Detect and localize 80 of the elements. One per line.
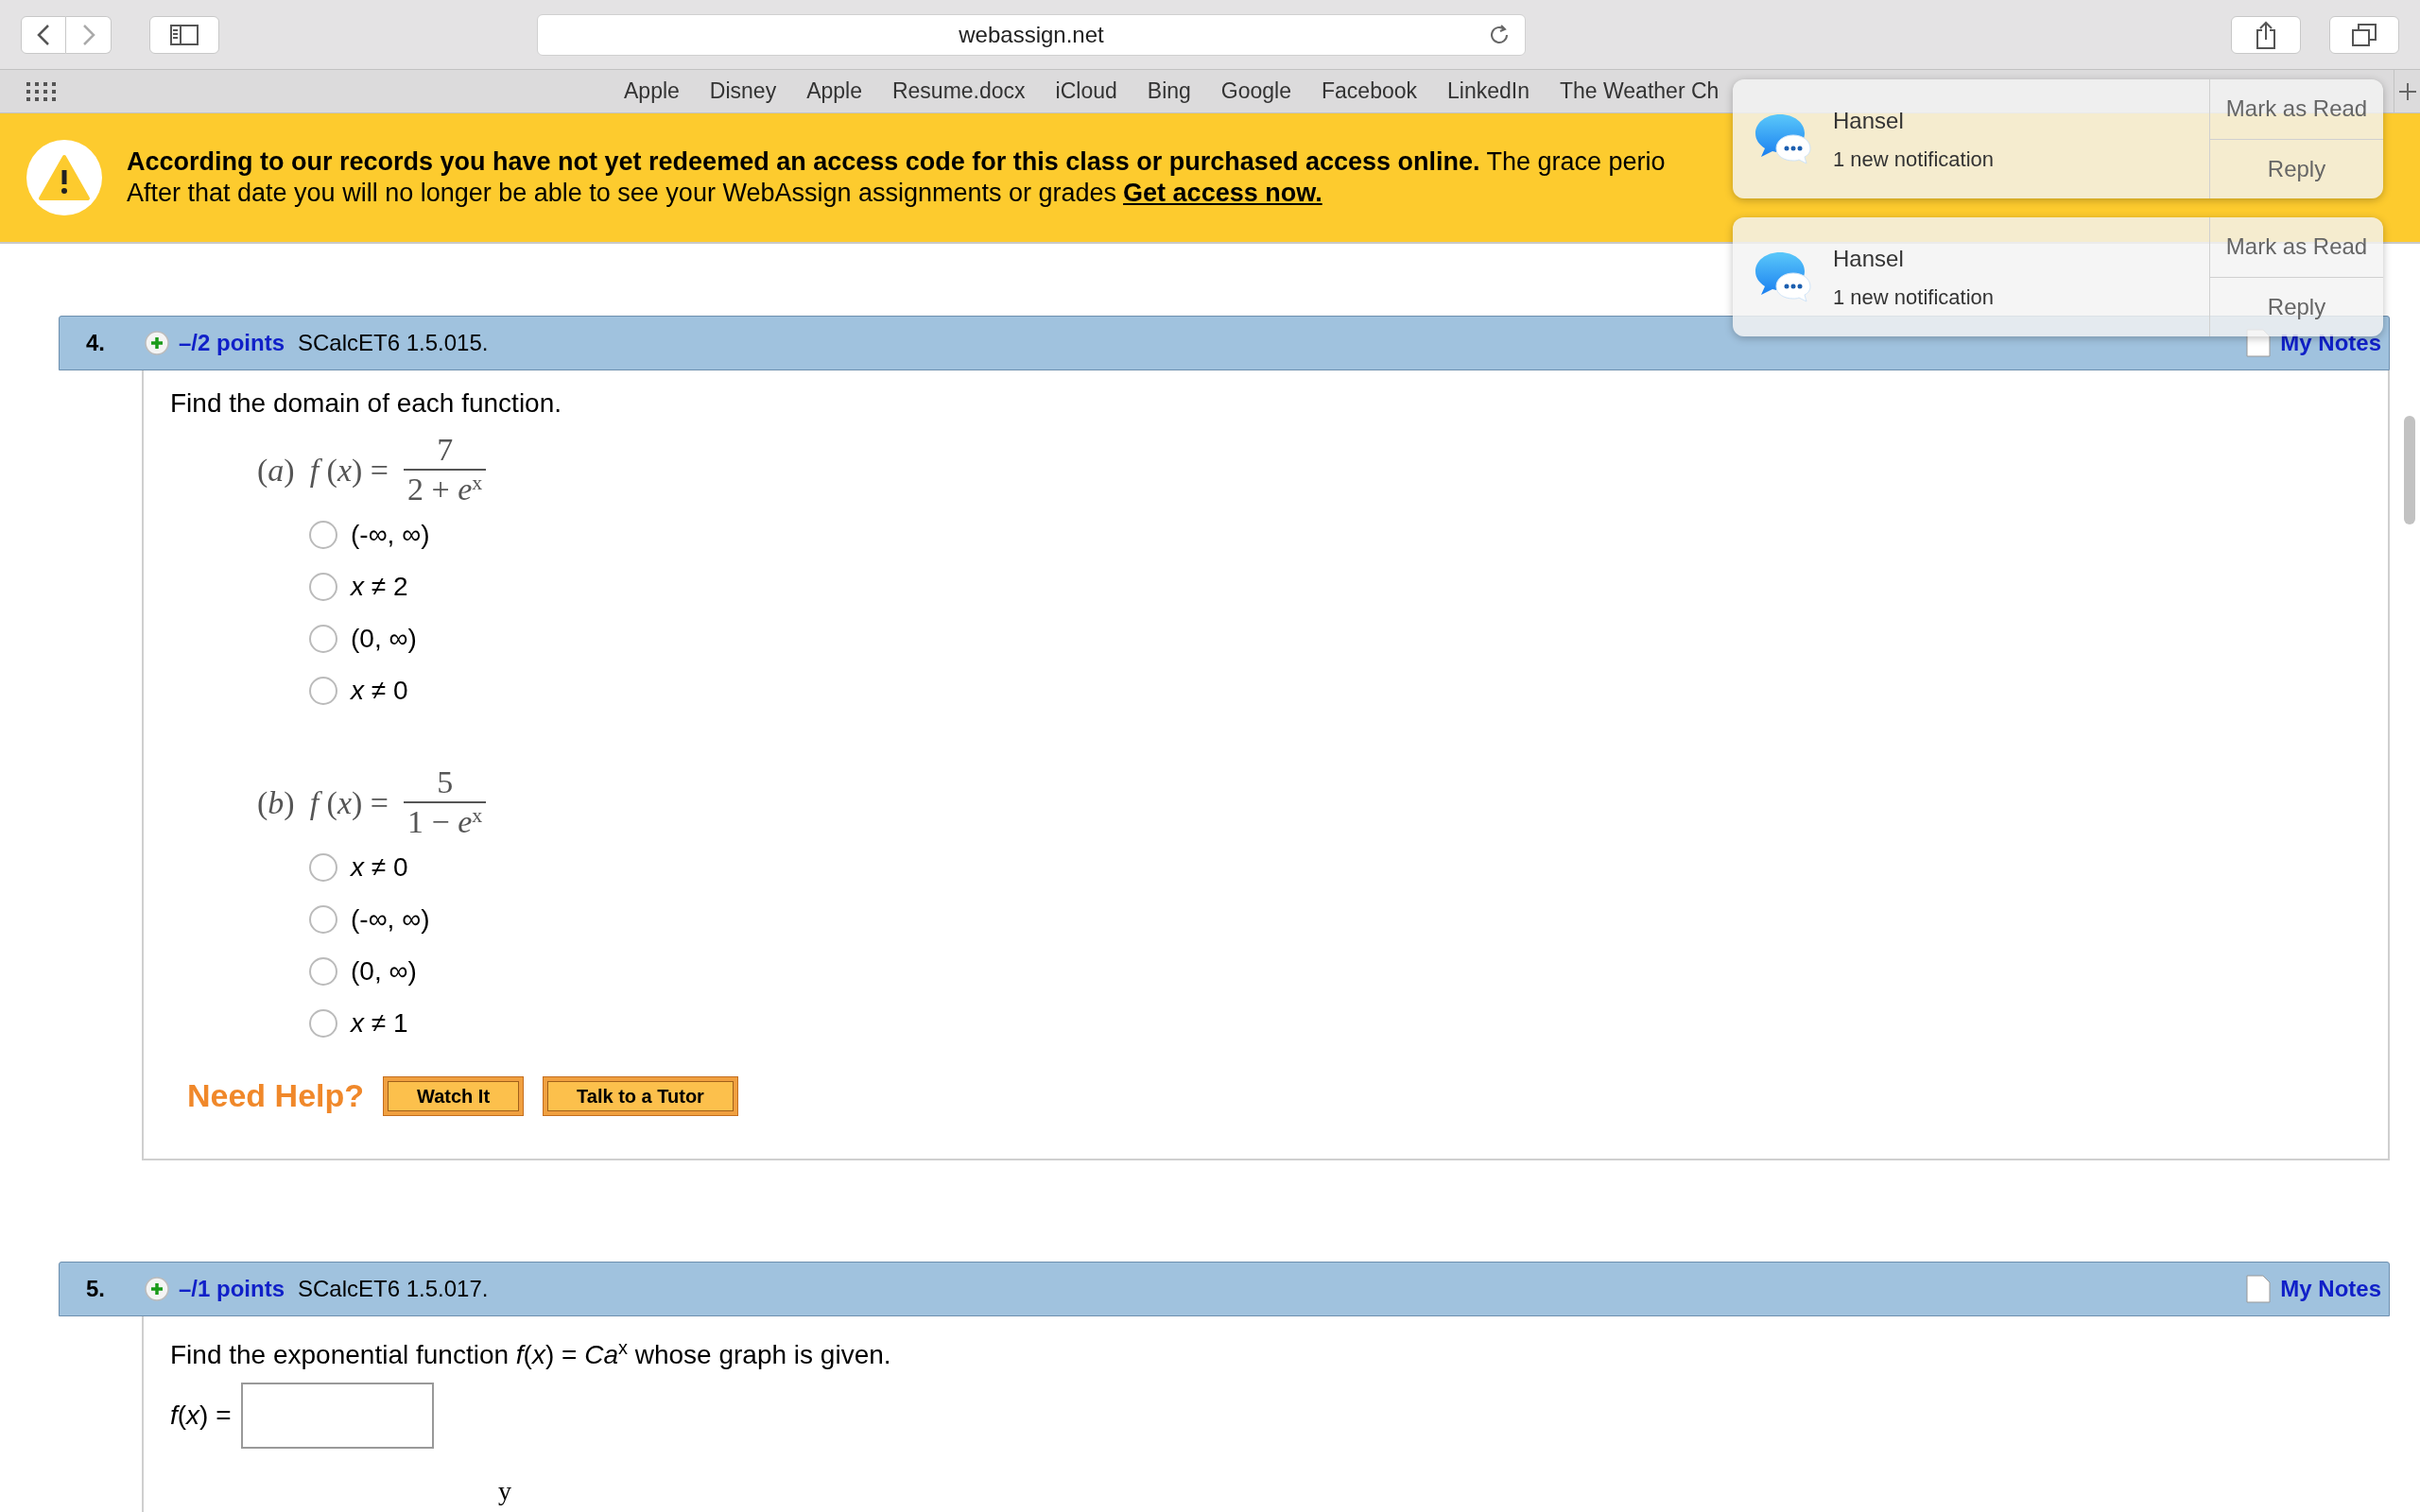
back-button[interactable] bbox=[21, 15, 66, 54]
notification-text: 1 new notification bbox=[1833, 146, 1994, 173]
bookmark-link[interactable]: Bing bbox=[1147, 75, 1191, 108]
bookmark-link[interactable]: LinkedIn bbox=[1447, 75, 1530, 108]
radio-button[interactable] bbox=[309, 676, 337, 705]
points-link[interactable]: –/1 points bbox=[179, 1272, 285, 1306]
notification-action[interactable]: Reply bbox=[2210, 276, 2383, 336]
sidebar-icon bbox=[170, 24, 199, 45]
numerator: 5 bbox=[437, 764, 454, 801]
tabs-icon bbox=[2352, 23, 2377, 46]
need-help-label: Need Help? bbox=[187, 1076, 365, 1115]
answer-label: f(x) = bbox=[170, 1400, 232, 1432]
question-prompt: Find the domain of each function. bbox=[170, 387, 563, 420]
radio-button[interactable] bbox=[309, 956, 337, 986]
notification-sender: Hansel bbox=[1833, 106, 1905, 135]
radio-button[interactable] bbox=[309, 624, 337, 653]
notification-action[interactable]: Reply bbox=[2210, 138, 2383, 198]
function-expression: f (x) = bbox=[309, 783, 389, 822]
bookmark-link[interactable]: Google bbox=[1220, 75, 1292, 108]
bookmark-link[interactable]: Facebook bbox=[1322, 75, 1418, 108]
option-label: x ≠ 1 bbox=[351, 1006, 408, 1040]
messages-icon bbox=[1754, 250, 1812, 303]
denominator: 2 + e$^{x}$ bbox=[406, 471, 484, 508]
radio-button[interactable] bbox=[309, 904, 337, 934]
expand-icon[interactable] bbox=[145, 331, 169, 355]
address-bar[interactable]: webassign.net bbox=[537, 13, 1526, 56]
help-button[interactable]: Watch It bbox=[383, 1075, 525, 1116]
address-text: webassign.net bbox=[959, 20, 1104, 49]
option-label: (-∞, ∞) bbox=[351, 902, 430, 936]
note-icon[interactable] bbox=[2246, 1275, 2272, 1303]
radio-button[interactable] bbox=[309, 1008, 337, 1038]
question-number: 4. bbox=[86, 329, 106, 357]
graph-axis-label: y bbox=[498, 1475, 512, 1507]
notification-text: 1 new notification bbox=[1833, 284, 1994, 311]
notification-sender: Hansel bbox=[1833, 244, 1905, 273]
denominator: 1 − e$^{x}$ bbox=[406, 803, 484, 841]
bookmark-link[interactable]: Apple bbox=[624, 75, 680, 108]
radio-button[interactable] bbox=[309, 520, 337, 549]
back-icon bbox=[37, 23, 50, 46]
banner-message: According to our records you have not yet redeemed an access code for this class or purchased access online. The grace perio bbox=[127, 146, 1666, 178]
scrollbar-thumb[interactable] bbox=[2404, 416, 2415, 524]
option-label: x ≠ 0 bbox=[351, 674, 408, 707]
question-number: 5. bbox=[86, 1275, 106, 1303]
option-label: (-∞, ∞) bbox=[351, 518, 430, 551]
my-notes-link[interactable]: My Notes bbox=[2280, 1272, 2381, 1306]
option-label: (0, ∞) bbox=[351, 954, 417, 988]
option-label: x ≠ 0 bbox=[351, 850, 408, 884]
bookmark-link[interactable]: iCloud bbox=[1055, 75, 1117, 108]
share-icon bbox=[2256, 20, 2276, 49]
bookmark-link[interactable]: Resume.docx bbox=[891, 75, 1026, 108]
bookmark-link[interactable]: Apple bbox=[806, 75, 862, 108]
points-link[interactable]: –/2 points bbox=[179, 326, 285, 360]
answer-field[interactable] bbox=[240, 1383, 434, 1449]
get-access-link[interactable]: Get access now. bbox=[1123, 178, 1322, 209]
add-icon[interactable] bbox=[2397, 81, 2417, 101]
function-expression: f (x) = bbox=[309, 451, 389, 490]
notification-action[interactable]: Mark as Read bbox=[2210, 217, 2383, 277]
option-label: (0, ∞) bbox=[351, 622, 417, 655]
bookmark-link[interactable]: The Weather Ch bbox=[1560, 75, 1720, 108]
share-button[interactable] bbox=[2231, 15, 2301, 54]
radio-button[interactable] bbox=[309, 572, 337, 601]
help-button[interactable]: Talk to a Tutor bbox=[543, 1075, 738, 1116]
messages-icon bbox=[1754, 112, 1812, 165]
grid-icon[interactable] bbox=[26, 81, 57, 101]
notification-action[interactable]: Mark as Read bbox=[2210, 79, 2383, 139]
banner-message: After that date you will no longer be able to see your WebAssign assignments or grades bbox=[127, 178, 1117, 209]
question-code: SCalcET6 1.5.017. bbox=[298, 1275, 489, 1303]
warning-icon bbox=[38, 154, 91, 201]
part-label: (b) bbox=[257, 783, 295, 822]
expand-icon[interactable] bbox=[145, 1277, 169, 1301]
forward-icon bbox=[81, 23, 95, 46]
bookmark-link[interactable]: Disney bbox=[709, 75, 777, 108]
part-label: (a) bbox=[257, 451, 295, 490]
question-prompt: Find the exponential function f(x) = Ca$^{x}$ whose graph is given. bbox=[170, 1336, 892, 1371]
sidebar-button[interactable] bbox=[149, 15, 219, 54]
radio-button[interactable] bbox=[309, 852, 337, 882]
tabs-button[interactable] bbox=[2329, 15, 2399, 54]
numerator: 7 bbox=[437, 431, 454, 469]
option-label: x ≠ 2 bbox=[351, 570, 408, 603]
question-code: SCalcET6 1.5.015. bbox=[298, 329, 489, 357]
